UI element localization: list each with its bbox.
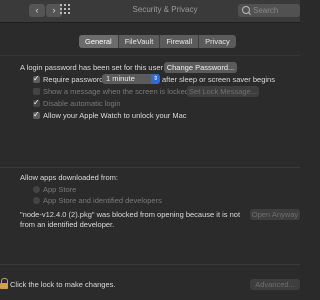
set-lock-message-button[interactable]: Set Lock Message... — [187, 86, 259, 97]
blocked-message-line2: from an identified developer. — [20, 220, 115, 229]
lock-icon[interactable] — [0, 278, 8, 289]
open-anyway-button[interactable]: Open Anyway — [250, 209, 300, 220]
preferences-window: ‹ › Security & Privacy Search General Fi… — [0, 0, 300, 300]
tab-bar: General FileVault Firewall Privacy — [79, 35, 236, 48]
tab-privacy[interactable]: Privacy — [199, 35, 236, 48]
require-password-checkbox[interactable] — [33, 74, 40, 83]
grid-icon[interactable] — [60, 4, 70, 14]
back-button[interactable]: ‹ — [29, 4, 45, 17]
chevron-updown-icon: ⇕ — [151, 74, 160, 84]
section-divider — [0, 167, 300, 168]
login-password-text: A login password has been set for this u… — [20, 63, 163, 72]
apple-watch-label: Allow your Apple Watch to unlock your Ma… — [43, 111, 187, 120]
tab-firewall[interactable]: Firewall — [160, 35, 200, 48]
window-title: Security & Privacy — [132, 5, 198, 14]
search-field[interactable]: Search — [238, 4, 300, 17]
advanced-button[interactable]: Advanced... — [250, 279, 300, 290]
blocked-message-line1: "node-v12.4.0 (2).pkg" was blocked from … — [20, 210, 241, 219]
search-icon — [242, 6, 250, 14]
change-password-button[interactable]: Change Password... — [164, 62, 237, 73]
apple-watch-checkbox[interactable] — [33, 110, 40, 119]
tab-filevault[interactable]: FileVault — [118, 35, 161, 48]
show-message-label: Show a message when the screen is locked — [43, 87, 189, 96]
radio-app-store-label: App Store — [43, 185, 77, 194]
search-placeholder: Search — [253, 6, 279, 15]
disable-auto-login-checkbox[interactable] — [33, 98, 40, 107]
footer: Click the lock to make changes. Advanced… — [0, 272, 300, 300]
require-password-select[interactable]: 1 minute ⇕ — [102, 74, 160, 84]
require-password-suffix: after sleep or screen saver begins — [162, 75, 275, 84]
radio-app-store[interactable] — [33, 186, 40, 193]
disable-auto-login-label: Disable automatic login — [43, 99, 121, 108]
allow-apps-heading: Allow apps downloaded from: — [20, 173, 118, 182]
tab-general[interactable]: General — [79, 35, 119, 48]
lock-text: Click the lock to make changes. — [10, 280, 116, 289]
radio-app-store-identified-label: App Store and identified developers — [43, 196, 162, 205]
footer-divider — [0, 264, 300, 265]
radio-app-store-identified[interactable] — [33, 197, 40, 204]
require-password-select-value: 1 minute — [106, 74, 135, 83]
show-message-checkbox[interactable] — [33, 88, 40, 95]
title-bar: ‹ › Security & Privacy Search — [0, 0, 300, 23]
require-password-label: Require password — [43, 75, 104, 84]
